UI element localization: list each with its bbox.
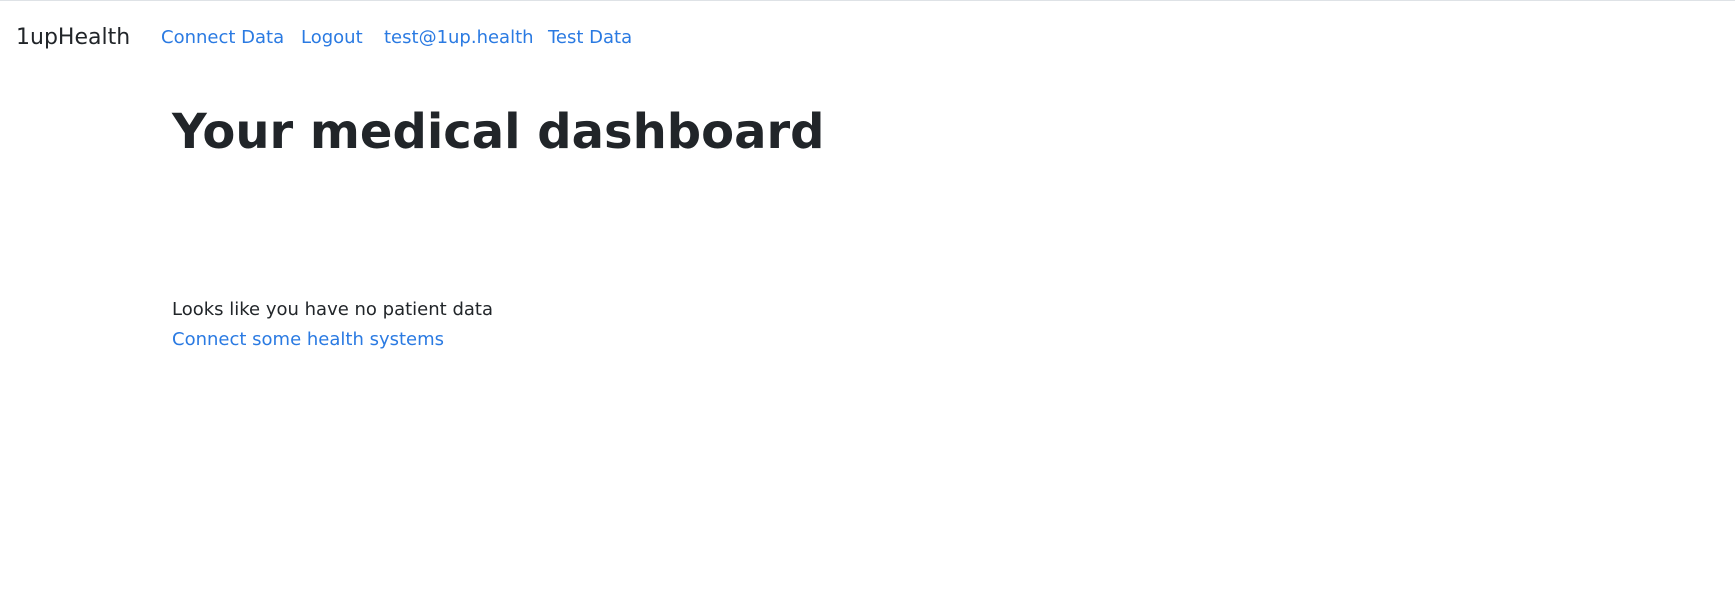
nav-user-email[interactable]: test@1up.health [384, 26, 534, 50]
brand-link[interactable]: 1upHealth [16, 24, 130, 52]
empty-state: Looks like you have no patient data Conn… [172, 295, 493, 355]
nav-connect-data[interactable]: Connect Data [161, 26, 284, 50]
empty-message: Looks like you have no patient data [172, 299, 493, 320]
main-content: Your medical dashboard Looks like you ha… [172, 100, 1572, 350]
connect-health-systems-link[interactable]: Connect some health systems [172, 325, 493, 355]
page-title: Your medical dashboard [172, 104, 825, 160]
navbar: 1upHealth Connect Data Logout test@1up.h… [0, 1, 1735, 75]
nav-logout[interactable]: Logout [301, 26, 363, 50]
nav-test-data[interactable]: Test Data [548, 26, 632, 50]
